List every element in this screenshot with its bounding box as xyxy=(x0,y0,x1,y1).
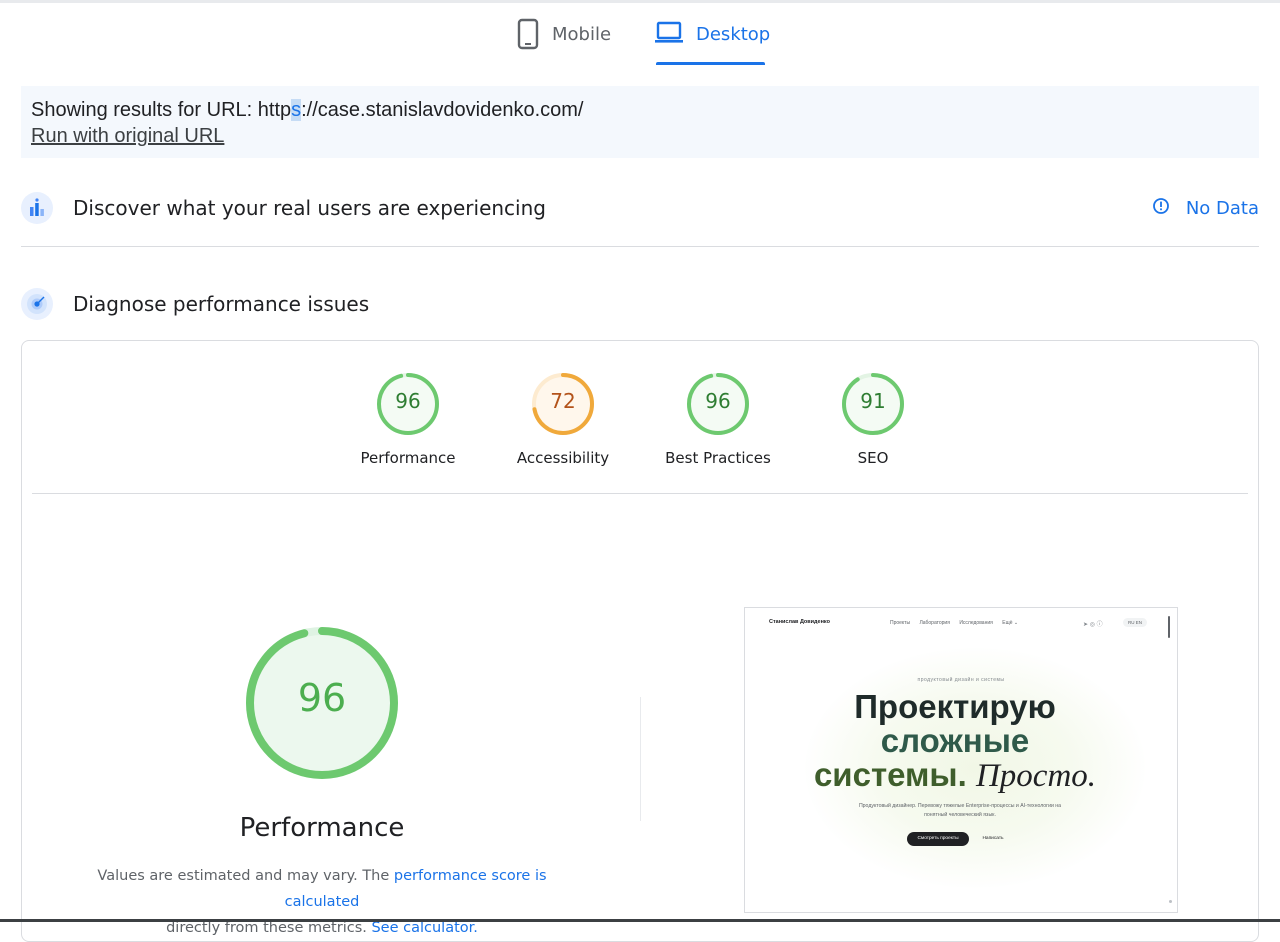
scrollbar xyxy=(1168,616,1170,638)
hero-description: Продуктовый дизайнер. Перевожу тяжелые E… xyxy=(858,803,1062,818)
gauge-label: Best Practices xyxy=(665,449,771,467)
diagnose-title: Diagnose performance issues xyxy=(73,292,370,316)
showing-results-text: Showing results for URL: https://case.st… xyxy=(31,99,584,122)
field-data-section: Discover what your real users are experi… xyxy=(21,186,1259,230)
headline-line-1: Проектирую xyxy=(854,688,1056,725)
headline-line-2: сложные xyxy=(880,722,1030,759)
tab-desktop[interactable]: Desktop xyxy=(654,18,770,66)
gauge-label: Performance xyxy=(360,449,456,467)
gauge-score: 96 xyxy=(395,389,421,413)
estimate-note: Values are estimated and may vary. The p… xyxy=(62,863,582,941)
site-nav: Проекты Лаборатория Исследования Ещё ⌄ xyxy=(890,620,1026,626)
hero-headline: Проектирую сложные системы. Просто. xyxy=(745,688,1165,794)
smartphone-icon xyxy=(516,18,540,55)
field-data-title: Discover what your real users are experi… xyxy=(73,196,546,220)
performance-title: Performance xyxy=(239,813,405,843)
scroll-indicator xyxy=(1169,900,1172,903)
language-switch: RU EN xyxy=(1123,618,1147,627)
gauge-label: SEO xyxy=(857,449,889,467)
info-icon xyxy=(1152,197,1170,220)
headline-serif: Просто. xyxy=(975,758,1097,794)
social-icons: ➤ ◎ ⓘ xyxy=(1083,619,1103,628)
no-data-indicator[interactable]: No Data xyxy=(1152,186,1259,230)
site-nav-item: Исследования xyxy=(959,620,993,626)
gauge-score: 96 xyxy=(705,389,731,413)
site-nav-item: Ещё ⌄ xyxy=(1002,620,1019,626)
tab-desktop-label: Desktop xyxy=(696,24,771,45)
laptop-icon xyxy=(654,18,684,51)
card-divider xyxy=(32,493,1248,494)
vertical-divider xyxy=(640,697,641,821)
gauge-accessibility[interactable]: 72 Accessibility xyxy=(503,371,623,467)
diagnose-section: Diagnose performance issues xyxy=(21,282,1259,326)
site-nav-item: Проекты xyxy=(890,620,911,626)
bar-chart-icon xyxy=(21,192,53,224)
headline-line-3: системы. xyxy=(813,756,967,793)
active-tab-indicator xyxy=(656,62,765,65)
gauge-performance[interactable]: 96 Performance xyxy=(348,371,468,467)
gauge-score: 91 xyxy=(860,389,886,413)
category-gauges: 96 Performance 72 Accessibility 96 Best … xyxy=(22,371,1258,481)
gauge-best-practices[interactable]: 96 Best Practices xyxy=(658,371,778,467)
target-icon xyxy=(21,288,53,320)
url-banner: Showing results for URL: https://case.st… xyxy=(21,86,1259,158)
url-highlight: s xyxy=(291,99,302,121)
section-divider xyxy=(21,246,1259,247)
lighthouse-report-card: 96 Performance 72 Accessibility 96 Best … xyxy=(21,340,1259,942)
url-prefix: Showing results for URL: http xyxy=(31,99,292,121)
tab-mobile[interactable]: Mobile xyxy=(516,18,611,66)
write-button: Написать xyxy=(982,836,1004,841)
no-data-label: No Data xyxy=(1185,197,1259,219)
performance-big-score: 96 xyxy=(297,676,347,720)
note-text-2: directly from these metrics. xyxy=(166,920,372,936)
url-suffix: ://case.stanislavdovidenko.com/ xyxy=(301,99,584,121)
gauge-label: Accessibility xyxy=(516,449,610,467)
gauge-score: 72 xyxy=(550,389,576,413)
instagram-icon: ◎ xyxy=(1089,622,1095,628)
final-screenshot: Станислав Довиденко Проекты Лаборатория … xyxy=(744,607,1178,913)
gauge-seo[interactable]: 91 SEO xyxy=(813,371,933,467)
device-tabs: Mobile Desktop xyxy=(0,0,1280,70)
see-calculator-link[interactable]: See calculator. xyxy=(371,920,477,936)
view-projects-button: Смотреть проекты xyxy=(907,832,969,846)
run-original-url-link[interactable]: Run with original URL xyxy=(31,125,224,148)
site-nav-item: Лаборатория xyxy=(919,620,950,626)
tab-mobile-label: Mobile xyxy=(552,24,612,45)
site-name: Станислав Довиденко xyxy=(769,619,830,625)
hero-eyebrow: продуктовый дизайн и системы xyxy=(917,677,1005,683)
telegram-icon: ➤ xyxy=(1083,622,1089,628)
note-text-1: Values are estimated and may vary. The xyxy=(97,868,394,884)
info-icon: ⓘ xyxy=(1096,622,1103,628)
